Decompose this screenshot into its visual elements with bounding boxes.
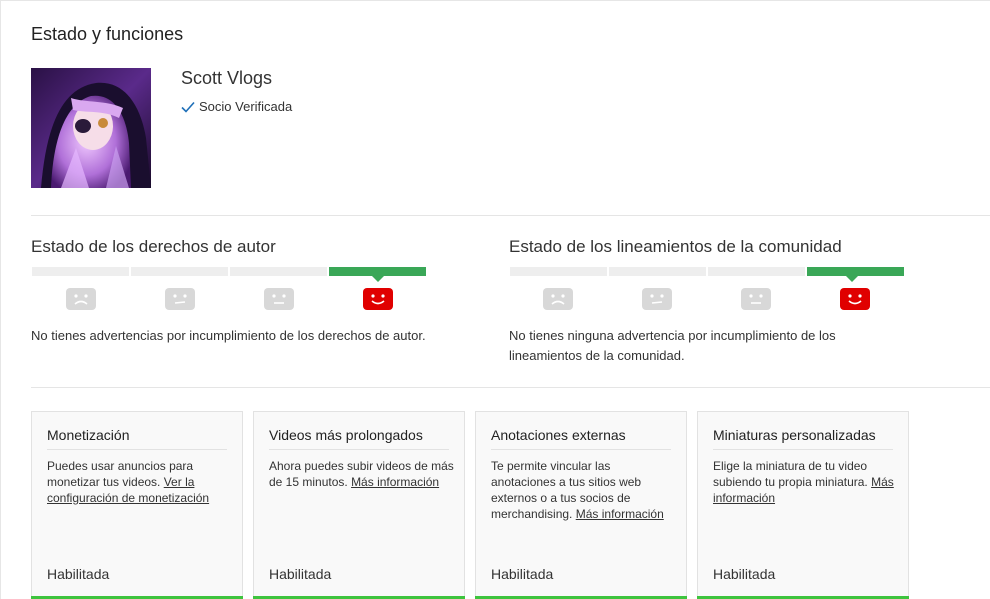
feature-card-description: Te permite vincular las anotaciones a tu… xyxy=(491,458,676,522)
copyright-faces xyxy=(31,288,427,310)
happy-face-icon xyxy=(839,288,870,310)
feature-card-external-annotations: Anotaciones externas Te permite vincular… xyxy=(475,411,687,599)
feature-card-title: Miniaturas personalizadas xyxy=(713,427,876,443)
community-segment-4 xyxy=(807,267,904,276)
divider-middle xyxy=(31,387,990,388)
community-status-text-line2: lineamientos de la comunidad. xyxy=(509,348,685,363)
channel-name[interactable]: Scott Vlogs xyxy=(181,68,272,89)
feature-card-description: Elige la miniatura de tu video subiendo … xyxy=(713,458,898,506)
avatar-image xyxy=(31,68,151,188)
copyright-segment-4 xyxy=(329,267,426,276)
copyright-strike-bar xyxy=(32,267,426,276)
community-segment-3 xyxy=(708,267,805,276)
copyright-pointer xyxy=(372,276,384,282)
feature-card-status: Habilitada xyxy=(269,566,332,582)
copyright-status-title: Estado de los derechos de autor xyxy=(31,237,276,256)
copyright-segment-3 xyxy=(230,267,327,276)
feature-card-rule xyxy=(269,449,449,450)
community-status-title: Estado de los lineamientos de la comunid… xyxy=(509,237,842,256)
face-3 xyxy=(706,288,805,310)
face-3 xyxy=(229,288,328,310)
copyright-status-text: No tienes advertencias por incumplimient… xyxy=(31,328,426,343)
community-segment-1 xyxy=(510,267,607,276)
external-annotations-more-info-link[interactable]: Más información xyxy=(576,507,664,521)
copyright-segment-2 xyxy=(131,267,228,276)
neutral-face-icon xyxy=(164,288,195,310)
face-1 xyxy=(508,288,607,310)
page-title: Estado y funciones xyxy=(31,24,184,44)
community-pointer xyxy=(846,276,858,282)
community-strike-bar xyxy=(510,267,904,276)
checkmark-icon xyxy=(181,101,195,113)
neutral-face-icon xyxy=(740,288,771,310)
copyright-segment-1 xyxy=(32,267,129,276)
feature-card-title: Videos más prolongados xyxy=(269,427,423,443)
sad-face-icon xyxy=(542,288,573,310)
longer-videos-more-info-link[interactable]: Más información xyxy=(351,475,439,489)
verified-badge: Socio Verificada xyxy=(181,99,292,114)
feature-card-status: Habilitada xyxy=(491,566,554,582)
feature-card-title: Anotaciones externas xyxy=(491,427,626,443)
happy-face-icon xyxy=(362,288,393,310)
feature-card-description: Ahora puedes subir videos de más de 15 m… xyxy=(269,458,454,490)
face-2 xyxy=(130,288,229,310)
face-1 xyxy=(31,288,130,310)
feature-card-desc-text: Elige la miniatura de tu video subiendo … xyxy=(713,459,872,489)
feature-card-custom-thumbnails: Miniaturas personalizadas Elige la minia… xyxy=(697,411,909,599)
face-4 xyxy=(328,288,427,310)
face-4 xyxy=(805,288,904,310)
divider-top xyxy=(31,215,990,216)
channel-avatar[interactable] xyxy=(31,68,151,188)
verified-label: Socio Verificada xyxy=(199,99,293,114)
sad-face-icon xyxy=(65,288,96,310)
neutral-face-icon xyxy=(263,288,294,310)
feature-card-longer-videos: Videos más prolongados Ahora puedes subi… xyxy=(253,411,465,599)
feature-card-rule xyxy=(47,449,227,450)
neutral-face-icon xyxy=(641,288,672,310)
community-faces xyxy=(508,288,904,310)
feature-card-status: Habilitada xyxy=(47,566,110,582)
feature-card-monetization: Monetización Puedes usar anuncios para m… xyxy=(31,411,243,599)
feature-card-rule xyxy=(713,449,893,450)
face-2 xyxy=(607,288,706,310)
feature-card-rule xyxy=(491,449,671,450)
feature-card-title: Monetización xyxy=(47,427,130,443)
community-status-text-line1: No tienes ninguna advertencia por incump… xyxy=(509,328,836,343)
feature-card-status: Habilitada xyxy=(713,566,776,582)
community-segment-2 xyxy=(609,267,706,276)
feature-card-description: Puedes usar anuncios para monetizar tus … xyxy=(47,458,232,506)
community-status-text: No tienes ninguna advertencia por incump… xyxy=(509,326,836,366)
